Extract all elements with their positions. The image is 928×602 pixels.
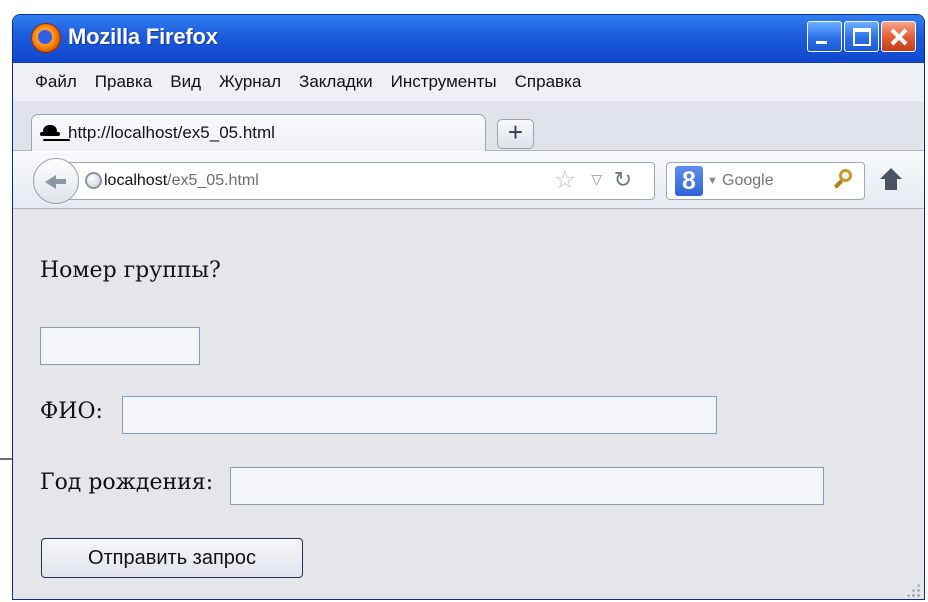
title-bar[interactable]: Mozilla Firefox [13,15,924,63]
window-controls [807,21,916,52]
menu-edit[interactable]: Правка [95,72,152,92]
minimize-button[interactable] [807,21,842,52]
back-button[interactable] [33,158,79,204]
search-placeholder: Google [722,172,774,189]
menu-bar: Файл Правка Вид Журнал Закладки Инструме… [13,63,924,101]
group-question-label: Номер группы? [40,258,221,283]
active-tab[interactable]: http://localhost/ex5_05.html [31,114,486,151]
close-button[interactable] [881,21,916,52]
menu-tools[interactable]: Инструменты [391,72,497,92]
minimize-icon [816,28,834,46]
tab-title: http://localhost/ex5_05.html [68,123,275,142]
search-box[interactable]: 8 ▼ Google [666,162,865,200]
new-tab-button[interactable]: + [497,119,534,149]
menu-history[interactable]: Журнал [219,72,281,92]
browser-window: Mozilla Firefox Файл Правка Вид Журнал З… [12,14,925,600]
home-icon[interactable] [879,168,903,192]
address-bar[interactable]: localhost/ex5_05.html ☆ ▽ ↻ [63,162,655,200]
menu-view[interactable]: Вид [170,72,201,92]
submit-button[interactable]: Отправить запрос [41,538,303,578]
site-identity-icon[interactable] [85,172,102,189]
reload-icon[interactable]: ↻ [614,167,632,193]
menu-file[interactable]: Файл [35,72,77,92]
history-dropdown-icon[interactable]: ▽ [591,171,602,188]
page-content: Номер группы? ФИО: Год рождения: Отправи… [13,209,924,599]
resize-grip-icon[interactable] [906,583,920,597]
search-engine-dropdown-icon[interactable]: ▼ [707,175,718,187]
bookmark-star-icon[interactable]: ☆ [554,165,576,195]
menu-bookmarks[interactable]: Закладки [299,72,373,92]
birth-year-label: Год рождения: [40,470,214,495]
fio-label: ФИО: [40,399,103,424]
fio-input[interactable] [122,396,717,434]
navigation-bar: localhost/ex5_05.html ☆ ▽ ↻ 8 ▼ Google [13,151,924,209]
group-number-input[interactable] [40,327,200,365]
google-icon[interactable]: 8 [675,166,703,196]
window-title: Mozilla Firefox [68,24,218,49]
menu-help[interactable]: Справка [515,72,582,92]
search-icon[interactable] [832,169,852,189]
tab-bar: http://localhost/ex5_05.html + [13,101,924,151]
maximize-button[interactable] [844,21,879,52]
url-path: /ex5_05.html [167,172,259,189]
maximize-icon [853,28,871,46]
birth-year-input[interactable] [230,467,824,505]
private-browsing-icon [40,124,62,142]
firefox-icon [31,23,61,53]
url-host: localhost [104,172,168,189]
close-icon [890,28,908,46]
